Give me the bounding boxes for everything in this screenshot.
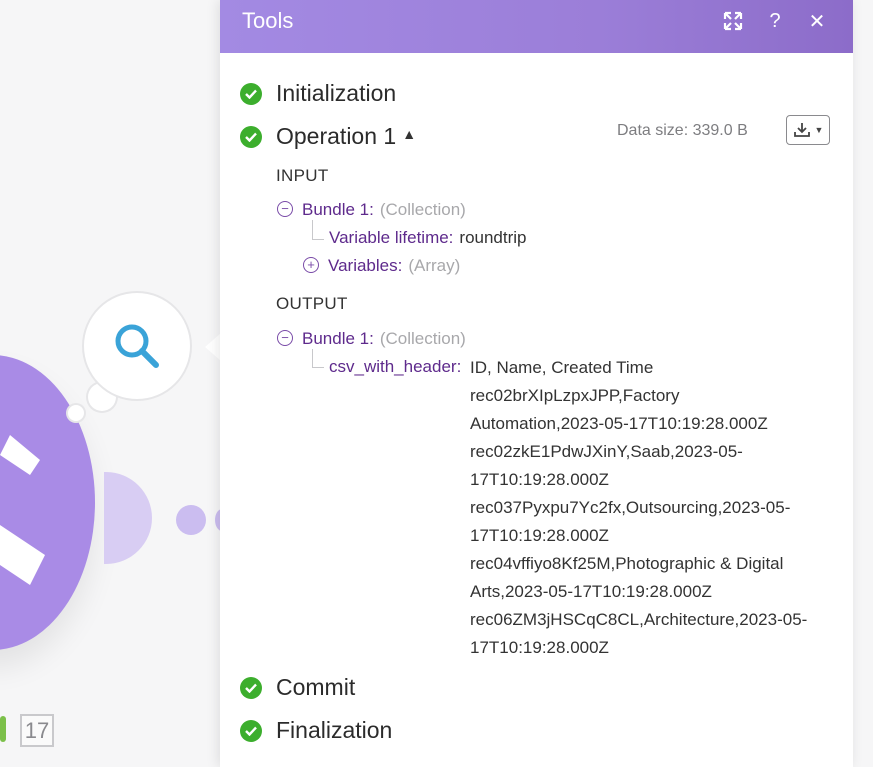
output-bundle-row[interactable]: − Bundle 1: (Collection)	[277, 329, 466, 349]
csv-line: rec06ZM3jHSCqC8CL,Architecture,2023-05-	[470, 610, 808, 629]
step-operation-1[interactable]: Operation 1 ▲	[240, 123, 416, 150]
csv-line: 17T10:19:28.000Z	[470, 470, 609, 489]
collapse-icon[interactable]: −	[277, 329, 293, 346]
check-icon	[240, 676, 262, 699]
variables-row[interactable]: + Variables: (Array)	[303, 256, 460, 276]
csv-key: csv_with_header:	[329, 357, 462, 376]
module-connector	[104, 472, 152, 564]
csv-value: ID, Name, Created Time rec02brXIpLzpxJPP…	[470, 354, 830, 662]
variable-lifetime-row: Variable lifetime: roundtrip	[329, 228, 527, 247]
caret-up-icon[interactable]: ▲	[402, 126, 416, 142]
route-dot	[176, 505, 206, 535]
csv-line: rec02zkE1PdwJXinY,Saab,2023-05-	[470, 442, 743, 461]
tree-line	[312, 367, 324, 368]
step-label: Operation 1	[276, 123, 397, 149]
csv-line: rec04vffiyo8Kf25M,Photographic & Digital	[470, 554, 784, 573]
download-button[interactable]: ▼	[786, 115, 830, 145]
wrench-icon	[0, 435, 45, 585]
check-icon	[240, 82, 262, 105]
check-icon	[240, 125, 262, 148]
operation-counter: 17	[20, 714, 54, 747]
csv-line: 17T10:19:28.000Z	[470, 638, 609, 657]
csv-line: 17T10:19:28.000Z	[470, 526, 609, 545]
csv-line: ID, Name, Created Time	[470, 358, 654, 377]
search-bubble[interactable]	[84, 293, 190, 399]
help-button[interactable]: ?	[762, 8, 788, 34]
tree-line	[312, 239, 324, 240]
download-icon	[793, 123, 810, 137]
help-icon: ?	[769, 9, 781, 32]
step-label: Finalization	[276, 717, 393, 743]
panel-pointer	[205, 333, 221, 361]
collapse-icon[interactable]: −	[277, 200, 293, 217]
thought-bubble-dot	[68, 405, 84, 421]
tree-line	[312, 349, 313, 367]
check-icon	[240, 719, 262, 742]
expand-icon	[723, 11, 743, 31]
status-fragment	[0, 716, 6, 742]
tools-module[interactable]	[0, 355, 95, 650]
tools-inspector-panel: Tools ? ✕ Initialization Operation 1 ▲ D…	[220, 0, 853, 767]
csv-line: rec037Pyxpu7Yc2fx,Outsourcing,2023-05-	[470, 498, 791, 517]
step-label: Initialization	[276, 80, 397, 106]
data-size: Data size: 339.0 B	[617, 122, 748, 139]
input-bundle-row[interactable]: − Bundle 1: (Collection)	[277, 200, 466, 220]
step-commit[interactable]: Commit	[240, 674, 355, 701]
step-finalization[interactable]: Finalization	[240, 717, 392, 744]
csv-line: rec02brXIpLzpxJPP,Factory	[470, 386, 680, 405]
step-label: Commit	[276, 674, 356, 700]
expand-button[interactable]	[720, 8, 746, 34]
expand-node-icon[interactable]: +	[303, 256, 319, 273]
csv-line: Automation,2023-05-17T10:19:28.000Z	[470, 414, 768, 433]
panel-title: Tools	[242, 8, 294, 33]
panel-header: Tools ? ✕	[220, 0, 853, 53]
tree-line	[312, 220, 313, 239]
step-initialization[interactable]: Initialization	[240, 80, 396, 107]
chevron-down-icon: ▼	[814, 125, 824, 135]
search-icon	[115, 324, 159, 368]
csv-line: Arts,2023-05-17T10:19:28.000Z	[470, 582, 712, 601]
output-heading: OUTPUT	[276, 294, 348, 313]
input-heading: INPUT	[276, 166, 329, 185]
close-icon: ✕	[808, 10, 826, 33]
close-button[interactable]: ✕	[804, 8, 830, 34]
